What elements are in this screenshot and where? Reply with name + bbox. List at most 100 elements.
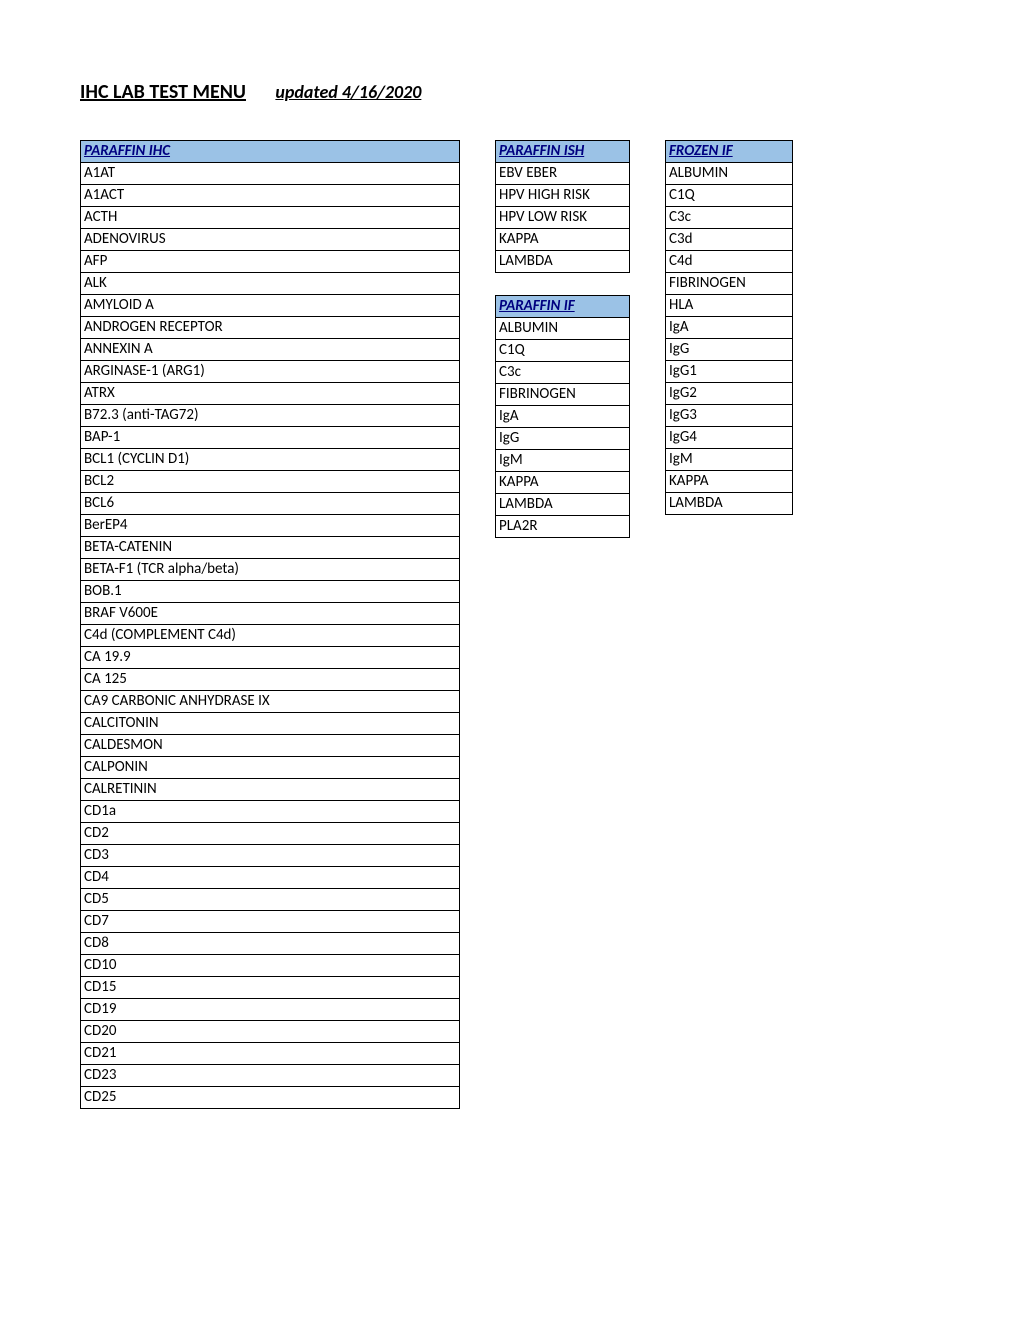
table-cell: ANNEXIN A	[81, 339, 460, 361]
table-cell: CD5	[81, 889, 460, 911]
table-cell: BETA-CATENIN	[81, 537, 460, 559]
frozen-if-header: FROZEN IF	[666, 141, 793, 163]
table-cell: IgM	[496, 450, 630, 472]
table-cell: BCL2	[81, 471, 460, 493]
table-row: CD19	[81, 999, 460, 1021]
table-row: KAPPA	[496, 229, 630, 251]
table-row: CD4	[81, 867, 460, 889]
table-row: HPV LOW RISK	[496, 207, 630, 229]
table-row: AMYLOID A	[81, 295, 460, 317]
table-row: ALBUMIN	[666, 163, 793, 185]
frozen-if-body: ALBUMINC1QC3cC3dC4dFIBRINOGENHLAIgAIgGIg…	[666, 163, 793, 515]
table-row: HLA	[666, 295, 793, 317]
table-cell: CD10	[81, 955, 460, 977]
table-cell: CD2	[81, 823, 460, 845]
paraffin-ish-header: PARAFFIN ISH	[496, 141, 630, 163]
table-cell: KAPPA	[496, 472, 630, 494]
table-cell: BETA-F1 (TCR alpha/beta)	[81, 559, 460, 581]
paraffin-if-table: PARAFFIN IF ALBUMINC1QC3cFIBRINOGENIgAIg…	[495, 295, 630, 538]
table-cell: IgG4	[666, 427, 793, 449]
table-cell: C3c	[666, 207, 793, 229]
table-row: C3d	[666, 229, 793, 251]
table-cell: CD4	[81, 867, 460, 889]
table-row: ALBUMIN	[496, 318, 630, 340]
table-row: CD5	[81, 889, 460, 911]
table-row: IgG3	[666, 405, 793, 427]
paraffin-ihc-table: PARAFFIN IHC A1ATA1ACTACTHADENOVIRUSAFPA…	[80, 140, 460, 1109]
paraffin-if-body: ALBUMINC1QC3cFIBRINOGENIgAIgGIgMKAPPALAM…	[496, 318, 630, 538]
table-row: BETA-CATENIN	[81, 537, 460, 559]
table-row: IgM	[496, 450, 630, 472]
table-row: ADENOVIRUS	[81, 229, 460, 251]
table-cell: FIBRINOGEN	[496, 384, 630, 406]
table-cell: KAPPA	[666, 471, 793, 493]
table-cell: A1AT	[81, 163, 460, 185]
table-row: BETA-F1 (TCR alpha/beta)	[81, 559, 460, 581]
table-cell: HPV LOW RISK	[496, 207, 630, 229]
table-row: FIBRINOGEN	[666, 273, 793, 295]
table-row: IgM	[666, 449, 793, 471]
table-row: ACTH	[81, 207, 460, 229]
updated-label: updated 4/16/2020	[275, 81, 421, 103]
table-row: CD23	[81, 1065, 460, 1087]
frozen-if-table: FROZEN IF ALBUMINC1QC3cC3dC4dFIBRINOGENH…	[665, 140, 793, 515]
table-row: KAPPA	[666, 471, 793, 493]
table-cell: CALRETININ	[81, 779, 460, 801]
table-cell: CD15	[81, 977, 460, 999]
table-cell: C4d	[666, 251, 793, 273]
table-cell: BAP-1	[81, 427, 460, 449]
table-row: BCL1 (CYCLIN D1)	[81, 449, 460, 471]
table-cell: BCL6	[81, 493, 460, 515]
table-row: C1Q	[666, 185, 793, 207]
table-row: CD10	[81, 955, 460, 977]
table-row: IgG2	[666, 383, 793, 405]
table-cell: IgG1	[666, 361, 793, 383]
table-cell: LAMBDA	[496, 494, 630, 516]
table-cell: BCL1 (CYCLIN D1)	[81, 449, 460, 471]
table-cell: ADENOVIRUS	[81, 229, 460, 251]
table-cell: C1Q	[496, 340, 630, 362]
table-row: C4d (COMPLEMENT C4d)	[81, 625, 460, 647]
table-cell: CALDESMON	[81, 735, 460, 757]
table-row: CALPONIN	[81, 757, 460, 779]
table-row: ATRX	[81, 383, 460, 405]
table-cell: IgG3	[666, 405, 793, 427]
column-3: FROZEN IF ALBUMINC1QC3cC3dC4dFIBRINOGENH…	[665, 140, 793, 515]
table-cell: CD3	[81, 845, 460, 867]
table-row: C3c	[666, 207, 793, 229]
table-cell: ANDROGEN RECEPTOR	[81, 317, 460, 339]
table-cell: C4d (COMPLEMENT C4d)	[81, 625, 460, 647]
table-row: IgG	[496, 428, 630, 450]
page-title: IHC LAB TEST MENU	[80, 80, 246, 104]
column-1: PARAFFIN IHC A1ATA1ACTACTHADENOVIRUSAFPA…	[80, 140, 460, 1109]
table-cell: HPV HIGH RISK	[496, 185, 630, 207]
table-cell: CD7	[81, 911, 460, 933]
table-row: CALDESMON	[81, 735, 460, 757]
table-cell: CA 19.9	[81, 647, 460, 669]
table-row: IgA	[666, 317, 793, 339]
table-cell: CD8	[81, 933, 460, 955]
table-row: CA9 CARBONIC ANHYDRASE IX	[81, 691, 460, 713]
table-row: LAMBDA	[496, 494, 630, 516]
table-row: BAP-1	[81, 427, 460, 449]
table-row: CD21	[81, 1043, 460, 1065]
table-cell: C1Q	[666, 185, 793, 207]
table-row: CALCITONIN	[81, 713, 460, 735]
table-cell: CA 125	[81, 669, 460, 691]
table-cell: A1ACT	[81, 185, 460, 207]
title-row: IHC LAB TEST MENU updated 4/16/2020	[80, 80, 950, 104]
table-row: C4d	[666, 251, 793, 273]
column-2: PARAFFIN ISH EBV EBERHPV HIGH RISKHPV LO…	[495, 140, 630, 538]
table-row: CD3	[81, 845, 460, 867]
table-cell: ALK	[81, 273, 460, 295]
table-cell: HLA	[666, 295, 793, 317]
paraffin-ihc-body: A1ATA1ACTACTHADENOVIRUSAFPALKAMYLOID AAN…	[81, 163, 460, 1109]
table-cell: CD23	[81, 1065, 460, 1087]
table-cell: ALBUMIN	[496, 318, 630, 340]
table-cell: CD21	[81, 1043, 460, 1065]
paraffin-if-header: PARAFFIN IF	[496, 296, 630, 318]
table-cell: B72.3 (anti-TAG72)	[81, 405, 460, 427]
table-cell: AFP	[81, 251, 460, 273]
table-row: CD20	[81, 1021, 460, 1043]
table-row: CA 125	[81, 669, 460, 691]
